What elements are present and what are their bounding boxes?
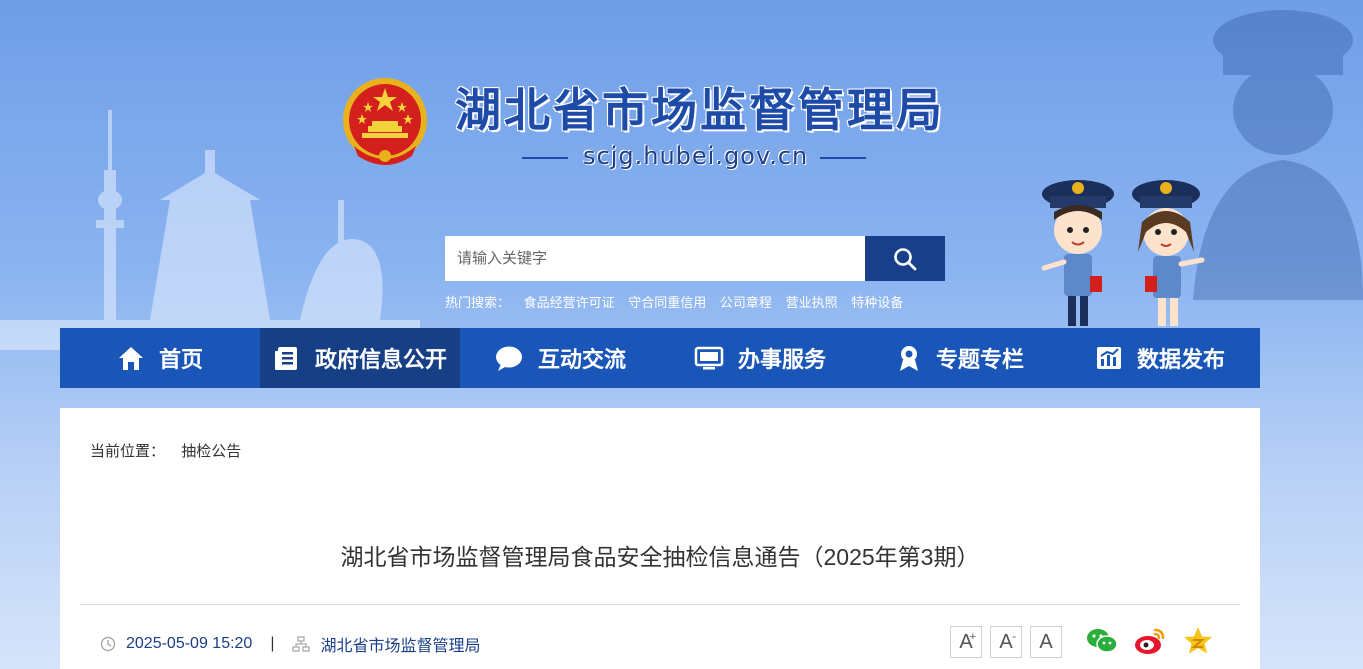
clock-icon [100,636,116,652]
breadcrumb-label: 当前位置： [90,443,166,460]
search-button[interactable] [865,236,945,281]
ribbon-icon [899,346,918,371]
title-divider [80,604,1240,605]
nav-label: 政府信息公开 [314,348,447,373]
weibo-icon[interactable] [1133,624,1167,658]
mascot-officers-illustration [1041,180,1205,326]
nav-item-interaction[interactable]: 互动交流 [460,328,660,388]
hot-search-item[interactable]: 营业执照 [786,295,838,310]
home-icon [118,347,143,370]
search-input[interactable] [445,236,865,281]
article-panel: 当前位置： 抽检公告 湖北省市场监督管理局食品安全抽检信息通告（2025年第3期… [60,408,1260,669]
nav-label: 互动交流 [537,348,626,373]
site-title: 湖北省市场监督管理局 [455,83,945,137]
main-navigation: 首页 政府信息公开 互动交流 办事服务 专题专栏 数据发布 [60,328,1260,388]
article-meta: 2025-05-09 15:20 | 湖北省市场监督管理局 [100,632,481,656]
sitemap-icon [292,636,311,652]
wechat-icon[interactable] [1085,624,1119,658]
nav-item-data[interactable]: 数据发布 [1060,328,1260,388]
font-increase-button[interactable]: A + [950,626,982,658]
font-size-controls: A + A- A [950,626,1070,658]
breadcrumb-current[interactable]: 抽检公告 [181,443,241,460]
hot-search-item[interactable]: 食品经营许可证 [524,295,615,310]
favorite-icon[interactable] [1181,624,1215,658]
breadcrumb: 当前位置： 抽检公告 [90,440,241,461]
hot-search-item[interactable]: 守合同重信用 [628,295,706,310]
document-icon [274,347,297,370]
hot-search-label: 热门搜索： [445,295,511,310]
nav-item-gov-info[interactable]: 政府信息公开 [260,328,460,388]
share-bar [1085,624,1229,658]
domain-left-line [522,157,568,159]
article-title: 湖北省市场监督管理局食品安全抽检信息通告（2025年第3期） [340,544,980,570]
site-domain: scjg.hubei.gov.cn [583,142,809,170]
meta-separator: | [270,635,275,652]
nav-item-topics[interactable]: 专题专栏 [860,328,1060,388]
chart-icon [1096,347,1121,369]
search-icon [894,247,917,270]
nav-label: 专题专栏 [935,348,1024,373]
hot-search-item[interactable]: 公司章程 [720,295,772,310]
hot-search-item[interactable]: 特种设备 [851,295,903,310]
hot-search-bar: 热门搜索： 食品经营许可证 守合同重信用 公司章程 营业执照 特种设备 [445,292,913,311]
nav-label: 数据发布 [1136,348,1225,373]
nav-item-services[interactable]: 办事服务 [660,328,860,388]
article-source: 湖北省市场监督管理局 [320,638,481,655]
chat-icon [495,346,522,371]
font-reset-label: A [1039,630,1053,653]
font-decrease-button[interactable]: A- [990,626,1022,658]
nav-label: 首页 [158,348,203,373]
font-decrease-label: A [999,630,1013,653]
monitor-icon [694,346,724,370]
font-reset-button[interactable]: A [1030,626,1062,658]
nav-label: 办事服务 [737,348,826,373]
national-emblem-icon [343,78,427,165]
nav-item-home[interactable]: 首页 [60,328,260,388]
publish-date: 2025-05-09 15:20 [126,635,253,652]
domain-right-line [820,157,866,159]
